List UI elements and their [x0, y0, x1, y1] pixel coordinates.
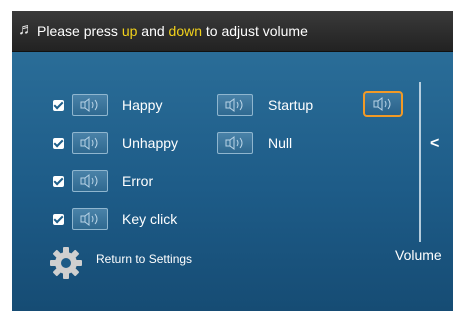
chevron-left-icon[interactable]: <: [430, 135, 439, 153]
gear-icon[interactable]: [49, 246, 83, 280]
sound-label-startup: Startup: [268, 97, 314, 113]
checkbox-unhappy[interactable]: [53, 138, 64, 149]
volume-label: Volume: [395, 247, 442, 263]
speaker-button-null[interactable]: [217, 132, 253, 154]
volume-settings-screen: ♬ Please press up and down to adjust vol…: [12, 11, 453, 311]
checkbox-error[interactable]: [53, 176, 64, 187]
speaker-icon: [80, 136, 98, 150]
speaker-icon: [80, 98, 98, 112]
sound-label-error: Error: [122, 173, 154, 189]
speaker-button-startup[interactable]: [217, 94, 253, 116]
sound-label-happy: Happy: [122, 97, 163, 113]
header-bar: ♬ Please press up and down to adjust vol…: [12, 11, 453, 52]
speaker-button-happy[interactable]: [72, 94, 108, 116]
speaker-icon: [80, 174, 98, 188]
return-to-settings-link[interactable]: Return to Settings: [96, 252, 192, 266]
up-highlight: up: [121, 23, 138, 39]
header-instruction: Please press up and down to adjust volum…: [37, 23, 308, 39]
speaker-icon: [373, 97, 391, 111]
checkbox-happy[interactable]: [53, 100, 64, 111]
volume-slider-track[interactable]: [419, 82, 421, 242]
sound-label-key-click: Key click: [122, 211, 178, 227]
sound-label-null: Null: [268, 135, 293, 151]
speaker-icon: [80, 212, 98, 226]
speaker-button-unhappy[interactable]: [72, 132, 108, 154]
sound-label-unhappy: Unhappy: [122, 135, 179, 151]
speaker-icon: [225, 136, 243, 150]
music-note-icon: ♬: [18, 21, 34, 38]
speaker-button-key-click[interactable]: [72, 208, 108, 230]
sound-panel: Happy Unhappy Error Key click Startup Nu…: [12, 52, 453, 311]
checkbox-key-click[interactable]: [53, 214, 64, 225]
speaker-button-error[interactable]: [72, 170, 108, 192]
speaker-icon: [225, 98, 243, 112]
speaker-button-selected[interactable]: [363, 91, 403, 117]
down-highlight: down: [168, 23, 203, 39]
